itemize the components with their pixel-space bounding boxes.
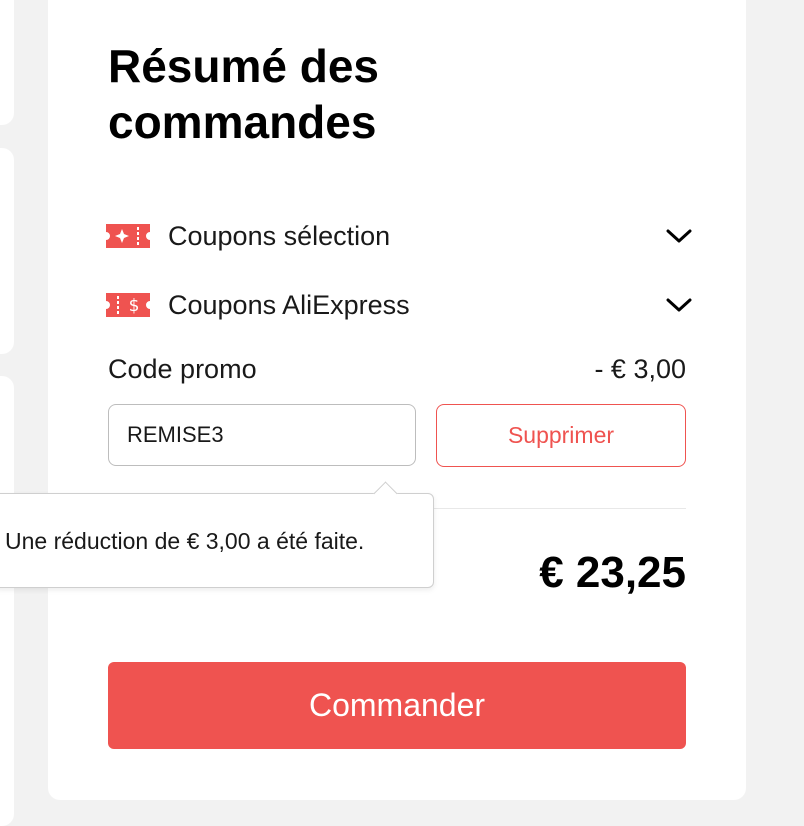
dollar-ticket-icon: $ [106, 293, 150, 317]
coupons-selection-label: Coupons sélection [168, 220, 391, 251]
checkout-button[interactable]: Commander [108, 662, 686, 749]
remove-promo-button[interactable]: Supprimer [436, 404, 686, 467]
coupons-aliexpress-row[interactable]: $ Coupons AliExpress [106, 285, 694, 325]
promo-code-input[interactable] [108, 404, 416, 466]
left-panel-card [0, 148, 14, 354]
left-panel-card [0, 0, 14, 125]
promo-code-label: Code promo [108, 354, 257, 384]
left-panel-card [0, 376, 14, 826]
chevron-down-icon[interactable] [666, 297, 692, 313]
coupons-aliexpress-label: Coupons AliExpress [168, 289, 410, 320]
tooltip-text: Une réduction de € 3,00 a été faite. [5, 528, 365, 554]
svg-text:$: $ [129, 296, 140, 316]
coupons-selection-row[interactable]: Coupons sélection [106, 216, 694, 256]
order-total: € 23,25 [539, 548, 686, 597]
order-summary-title: Résumé des commandes [108, 40, 380, 148]
chevron-down-icon[interactable] [666, 228, 692, 244]
discount-tooltip: Une réduction de € 3,00 a été faite. [0, 481, 434, 588]
promo-discount-amount: - € 3,00 [594, 354, 686, 384]
sparkle-ticket-icon [106, 224, 150, 248]
